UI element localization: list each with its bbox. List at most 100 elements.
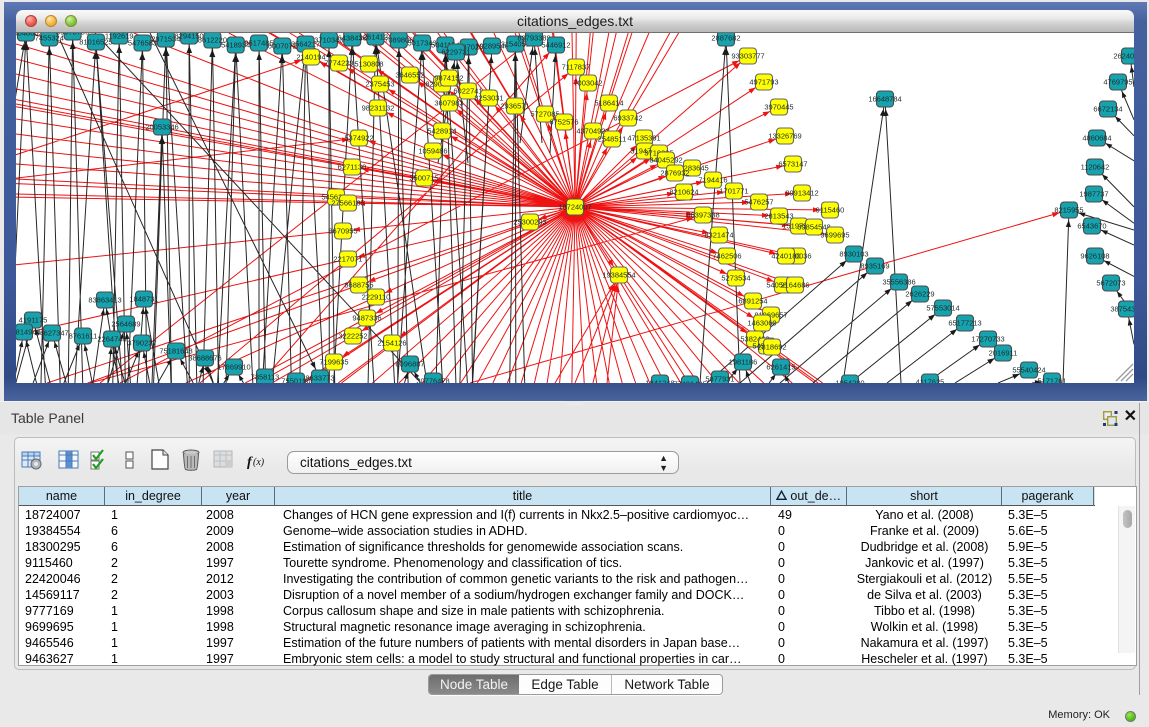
svg-text:3607983: 3607983 xyxy=(434,99,463,108)
svg-text:2813543: 2813543 xyxy=(764,212,793,221)
svg-text:8761611: 8761611 xyxy=(69,332,98,341)
svg-text:7774229: 7774229 xyxy=(324,59,353,68)
svg-text:2548511: 2548511 xyxy=(598,135,627,144)
svg-text:99913412: 99913412 xyxy=(785,189,818,198)
svg-text:1987737: 1987737 xyxy=(1079,190,1108,199)
svg-text:2264748: 2264748 xyxy=(97,335,126,344)
svg-text:6933742: 6933742 xyxy=(613,114,642,123)
svg-text:5130808: 5130808 xyxy=(354,60,383,69)
svg-text:19384554: 19384554 xyxy=(602,271,635,280)
svg-text:38754377: 38754377 xyxy=(1110,305,1134,314)
svg-text:98231132: 98231132 xyxy=(362,104,395,113)
svg-text:1701771: 1701771 xyxy=(719,187,748,196)
svg-text:7199635: 7199635 xyxy=(319,358,348,367)
svg-text:5171761: 5171761 xyxy=(1037,377,1066,384)
svg-text:6573147: 6573147 xyxy=(778,160,807,169)
svg-text:2375453: 2375453 xyxy=(365,80,394,89)
svg-text:9487336: 9487336 xyxy=(352,314,381,323)
svg-text:8930103: 8930103 xyxy=(839,250,868,259)
svg-text:2154126: 2154126 xyxy=(377,339,406,348)
svg-text:2164686: 2164686 xyxy=(780,281,809,290)
svg-text:2140194: 2140194 xyxy=(296,53,325,62)
svg-text:6261415: 6261415 xyxy=(766,363,795,372)
svg-text:83863413: 83863413 xyxy=(88,296,121,305)
svg-text:3790237: 3790237 xyxy=(127,339,156,348)
svg-text:1059486: 1059486 xyxy=(418,147,447,156)
svg-text:8670955: 8670955 xyxy=(328,227,357,236)
svg-text:4971793: 4971793 xyxy=(749,78,778,87)
svg-text:4240180: 4240180 xyxy=(771,252,800,261)
svg-text:1954280: 1954280 xyxy=(835,379,864,384)
svg-text:7117837: 7117837 xyxy=(562,63,591,72)
svg-text:16648784: 16648784 xyxy=(868,95,901,104)
svg-text:3500715: 3500715 xyxy=(409,174,438,183)
svg-text:9115460: 9115460 xyxy=(816,206,845,215)
svg-text:5186414: 5186414 xyxy=(594,99,623,108)
svg-text:2626229: 2626229 xyxy=(905,290,934,299)
svg-text:6271130: 6271130 xyxy=(338,163,367,172)
svg-text:2229110: 2229110 xyxy=(362,293,391,302)
svg-text:17270733: 17270733 xyxy=(971,335,1004,344)
svg-text:7194416: 7194416 xyxy=(698,176,727,185)
svg-text:34627347: 34627347 xyxy=(35,329,68,338)
svg-text:4769795: 4769795 xyxy=(1103,78,1132,87)
svg-text:7003042: 7003042 xyxy=(573,79,602,88)
svg-text:5977931: 5977931 xyxy=(705,375,734,384)
svg-text:6752576: 6752576 xyxy=(549,118,578,127)
svg-text:4117625: 4117625 xyxy=(916,378,945,384)
svg-text:2936571: 2936571 xyxy=(500,102,529,111)
svg-text:8215955: 8215955 xyxy=(1054,206,1083,215)
svg-text:8210624: 8210624 xyxy=(669,188,698,197)
svg-text:17869910: 17869910 xyxy=(217,363,250,372)
svg-text:8633773: 8633773 xyxy=(305,374,334,383)
svg-text:2887682: 2887682 xyxy=(711,34,740,43)
svg-text:5446912: 5446912 xyxy=(541,41,570,50)
svg-text:4191175: 4191175 xyxy=(19,316,48,325)
svg-text:5428914: 5428914 xyxy=(427,127,456,136)
svg-text:4860684: 4860684 xyxy=(1082,134,1111,143)
svg-text:5273534: 5273534 xyxy=(721,274,750,283)
svg-text:7358113: 7358113 xyxy=(251,373,280,382)
svg-text:2818692: 2818692 xyxy=(757,343,786,352)
svg-text:3970445: 3970445 xyxy=(764,103,793,112)
svg-text:1848731: 1848731 xyxy=(129,295,158,304)
svg-text:7462506: 7462506 xyxy=(712,252,741,261)
svg-text:6891254: 6891254 xyxy=(738,297,767,306)
svg-text:6229731: 6229731 xyxy=(441,48,470,57)
svg-text:57553014: 57553014 xyxy=(926,304,959,313)
svg-text:1463060: 1463060 xyxy=(747,319,776,328)
svg-text:5374922: 5374922 xyxy=(344,134,373,143)
svg-text:8321474: 8321474 xyxy=(704,231,733,240)
svg-text:6543670: 6543670 xyxy=(1077,222,1106,231)
svg-text:8688755: 8688755 xyxy=(344,281,373,290)
svg-text:5476257: 5476257 xyxy=(744,198,773,207)
svg-text:27566185: 27566185 xyxy=(331,199,364,208)
svg-text:93303777: 93303777 xyxy=(731,52,764,61)
svg-text:6672134: 6672134 xyxy=(1093,105,1122,114)
svg-text:25300293: 25300293 xyxy=(513,218,546,227)
svg-text:13326769: 13326769 xyxy=(768,132,801,141)
svg-text:1120642: 1120642 xyxy=(1081,163,1110,172)
svg-text:9874152: 9874152 xyxy=(434,74,463,83)
svg-text:2876932: 2876932 xyxy=(660,169,689,178)
svg-text:5672073: 5672073 xyxy=(1096,279,1125,288)
svg-text:55540424: 55540424 xyxy=(1012,366,1045,375)
svg-text:3222252: 3222252 xyxy=(338,332,367,341)
svg-text:8096887: 8096887 xyxy=(395,360,424,369)
svg-text:30776478: 30776478 xyxy=(416,377,449,384)
svg-text:56397338: 56397338 xyxy=(686,211,719,220)
svg-text:2016911: 2016911 xyxy=(989,349,1018,358)
svg-text:3253031: 3253031 xyxy=(474,94,503,103)
svg-text:(x): (x) xyxy=(253,457,265,468)
svg-text:47135391: 47135391 xyxy=(627,134,660,143)
svg-text:20053346: 20053346 xyxy=(145,123,178,132)
svg-text:1841248: 1841248 xyxy=(645,379,674,384)
svg-text:2564689: 2564689 xyxy=(111,320,140,329)
svg-text:3646552: 3646552 xyxy=(395,71,424,80)
svg-text:9626108: 9626108 xyxy=(1080,252,1109,261)
svg-text:89978790: 89978790 xyxy=(56,33,89,37)
svg-text:8935169: 8935169 xyxy=(860,262,889,271)
svg-text:65177213: 65177213 xyxy=(948,319,981,328)
svg-text:35556386: 35556386 xyxy=(882,278,915,287)
svg-text:38688676: 38688676 xyxy=(188,354,221,363)
